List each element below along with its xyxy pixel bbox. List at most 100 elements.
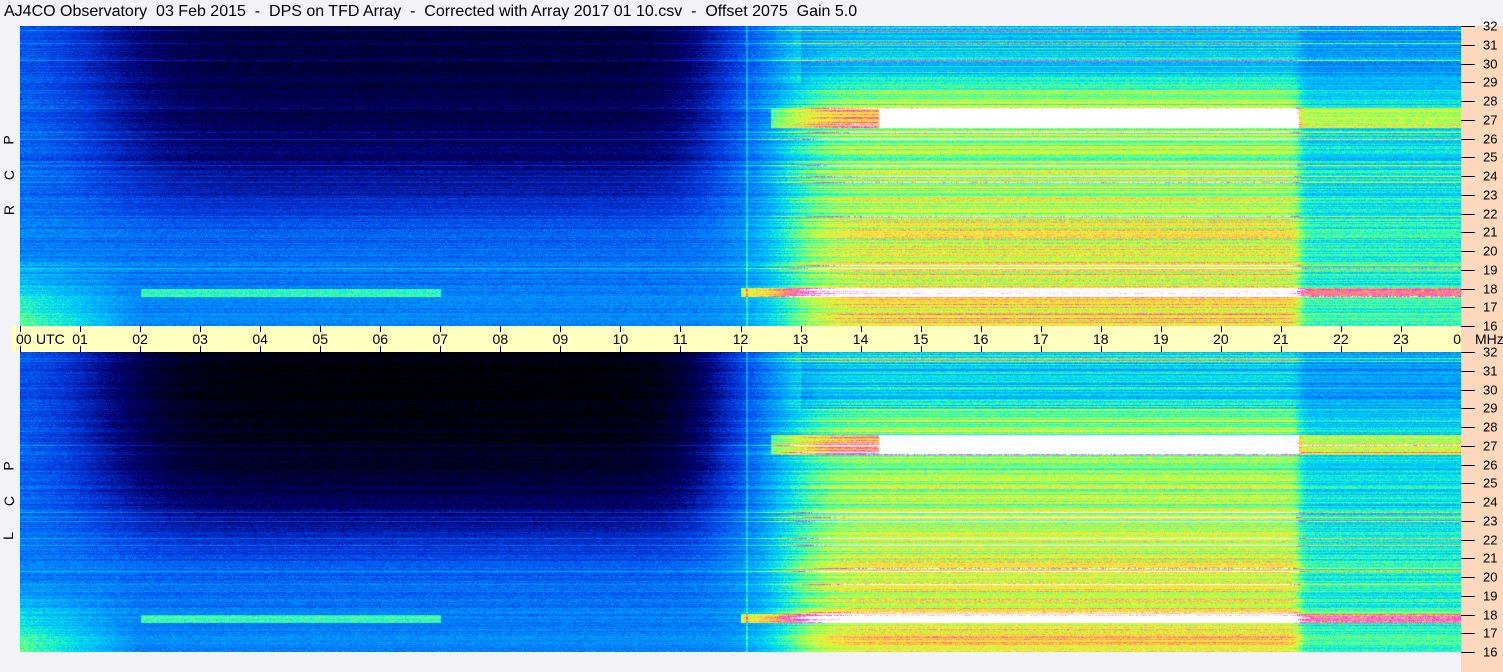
y-tick-label: 16 xyxy=(1483,644,1498,660)
frequency-axis: 16 17 18 19 20 21 22 23 24 25 26 27 28 29 30 31 32 16 17 18… xyxy=(1461,19,1503,672)
x-tick-mark xyxy=(20,346,21,352)
x-tick-mark xyxy=(200,326,202,332)
x-tick-mark xyxy=(680,326,682,332)
x-tick-mark xyxy=(620,326,622,332)
y-tick-label: 27 xyxy=(1483,112,1498,128)
y-tick-label: 23 xyxy=(1483,187,1498,203)
x-tick-label: 15 xyxy=(912,331,929,347)
x-tick-mark xyxy=(680,346,682,352)
panel-label-letter: L xyxy=(0,532,16,540)
x-tick-label: 13 xyxy=(792,331,809,347)
x-tick-label: 22 xyxy=(1333,331,1349,347)
y-tick-mark xyxy=(1461,595,1475,597)
x-tick-mark xyxy=(1400,326,1402,332)
y-tick-mark xyxy=(1461,157,1475,159)
x-tick-mark xyxy=(1340,326,1342,332)
x-tick-label: 06 xyxy=(372,331,389,347)
y-tick-label: 26 xyxy=(1483,131,1498,146)
y-tick-mark xyxy=(1461,558,1475,560)
x-tick-mark xyxy=(260,326,262,332)
y-tick-mark xyxy=(1461,352,1475,353)
y-tick-mark xyxy=(1461,307,1475,309)
chart-title: AJ4CO Observatory 03 Feb 2015 - DPS on T… xyxy=(4,3,858,20)
x-tick-mark xyxy=(20,326,21,332)
x-tick-label: 09 xyxy=(552,331,569,347)
y-tick-mark xyxy=(1461,614,1475,616)
y-tick-label: 17 xyxy=(1483,625,1498,641)
x-tick-label: 08 xyxy=(492,331,509,347)
panel-label-letter: R xyxy=(1,204,18,216)
x-tick-mark xyxy=(920,326,922,332)
rcp-spectrogram-panel xyxy=(20,26,1461,326)
x-tick-label: 11 xyxy=(673,331,688,347)
y-tick-label: 20 xyxy=(1483,243,1498,259)
y-tick-label: 23 xyxy=(1483,513,1498,529)
x-tick-mark xyxy=(740,346,742,352)
x-tick-label: 16 xyxy=(972,331,989,347)
y-tick-mark xyxy=(1461,502,1475,503)
y-tick-label: 29 xyxy=(1483,400,1498,416)
x-tick-mark xyxy=(80,326,82,332)
y-tick-label: 24 xyxy=(1483,168,1498,184)
x-tick-label: 20 xyxy=(1213,331,1229,347)
y-tick-mark xyxy=(1461,652,1475,653)
y-tick-mark xyxy=(1461,577,1475,578)
x-tick-label: 00 xyxy=(16,331,32,347)
x-tick-mark xyxy=(320,326,322,332)
x-tick-mark xyxy=(260,346,262,352)
y-tick-mark xyxy=(1461,194,1475,196)
y-tick-mark xyxy=(1461,370,1475,372)
y-tick-label: 32 xyxy=(1483,18,1498,34)
y-tick-label: 25 xyxy=(1483,149,1498,165)
panel-label-letter: P xyxy=(0,135,17,145)
x-tick-mark xyxy=(560,346,562,352)
y-tick-label: 31 xyxy=(1483,363,1498,379)
y-tick-mark xyxy=(1461,445,1475,447)
x-tick-label: 03 xyxy=(192,331,208,347)
x-tick-mark xyxy=(440,326,442,332)
y-tick-mark xyxy=(1461,427,1475,428)
x-tick-mark xyxy=(620,346,622,352)
panel-label-letter: P xyxy=(0,461,17,471)
y-tick-label: 17 xyxy=(1483,299,1498,315)
x-tick-mark xyxy=(1160,346,1162,352)
y-tick-label: 30 xyxy=(1483,56,1498,71)
y-tick-mark xyxy=(1461,326,1475,327)
x-tick-label: 04 xyxy=(252,331,268,347)
x-tick-mark xyxy=(80,346,82,352)
y-tick-mark xyxy=(1461,232,1475,234)
x-tick-label: 07 xyxy=(432,331,449,347)
y-tick-label: 29 xyxy=(1483,74,1498,90)
x-tick-mark xyxy=(1340,346,1342,352)
y-tick-mark xyxy=(1461,119,1475,121)
panel-label-letter: C xyxy=(1,169,18,181)
y-tick-label: 27 xyxy=(1483,438,1498,454)
y-tick-mark xyxy=(1461,464,1475,466)
y-tick-mark xyxy=(1461,389,1475,391)
y-tick-mark xyxy=(1461,44,1475,46)
x-tick-label: 19 xyxy=(1152,331,1169,347)
time-axis: 00 01 02 03 04 05 06 07 08 09 10 11 12 13 14 15 16 17 18 19… xyxy=(12,326,1469,352)
x-tick-label: 01 xyxy=(72,331,88,347)
y-tick-label: 19 xyxy=(1483,262,1498,278)
x-tick-mark xyxy=(980,326,982,332)
y-tick-label: 25 xyxy=(1483,475,1498,491)
x-tick-mark xyxy=(440,346,442,352)
x-tick-mark xyxy=(800,326,802,332)
y-tick-label: 22 xyxy=(1483,532,1498,547)
y-tick-mark xyxy=(1461,408,1475,410)
y-tick-label: 30 xyxy=(1483,382,1498,397)
y-tick-label: 28 xyxy=(1483,419,1498,435)
x-tick-mark xyxy=(1040,326,1042,332)
x-tick-mark xyxy=(140,326,142,332)
x-tick-mark xyxy=(1280,326,1282,332)
y-tick-mark xyxy=(1461,483,1475,485)
x-tick-label: 12 xyxy=(732,331,749,347)
panel-label-letter: C xyxy=(1,495,18,507)
y-tick-mark xyxy=(1461,213,1475,215)
x-tick-mark xyxy=(1160,326,1162,332)
y-tick-label: 18 xyxy=(1483,607,1498,622)
y-tick-mark xyxy=(1461,251,1475,252)
y-tick-mark xyxy=(1461,269,1475,271)
x-tick-mark xyxy=(860,326,862,332)
